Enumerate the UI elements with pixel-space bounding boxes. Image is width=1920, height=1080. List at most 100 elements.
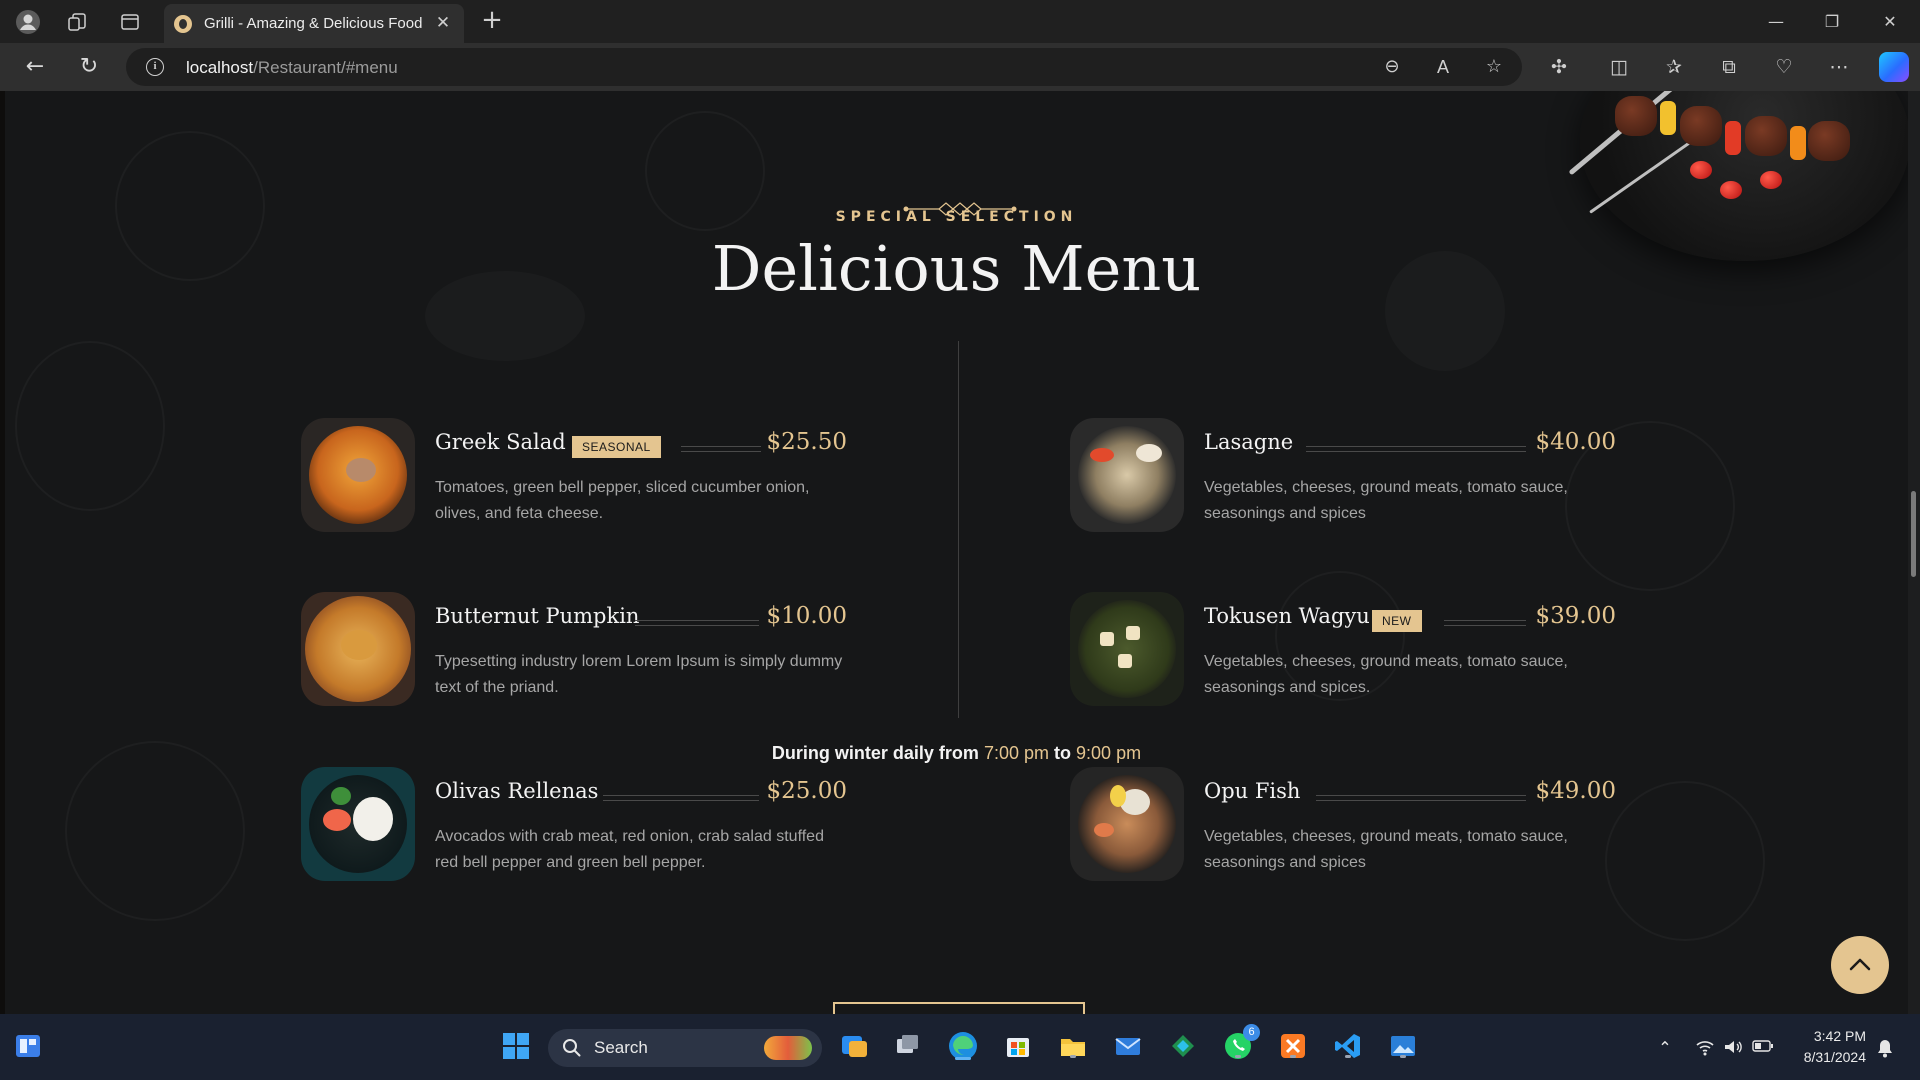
clock-date[interactable]: 8/31/2024 [1776,1049,1866,1065]
minimize-icon[interactable]: — [1762,8,1790,36]
copilot-preview-app-icon[interactable] [836,1028,872,1064]
more-options-icon[interactable]: ⋯ [1825,53,1853,81]
background-doodle [65,741,245,921]
collections-icon[interactable]: ⧉ [1715,53,1743,81]
lasagne-image [1070,418,1184,532]
opening-hours: During winter daily from 7:00 pm to 9:00… [771,743,1142,763]
dish-description: Vegetables, cheeses, ground meats, tomat… [1204,479,1568,522]
browser-tab[interactable]: Grilli - Amazing & Delicious Food ✕ [164,4,464,43]
dotted-leader [635,620,759,626]
page-viewport: SPECIAL SELECTION Delicious Menu Greek S… [5,91,1908,1014]
menu-item[interactable]: Tokusen Wagyu NEW $39.00 Vegetables, che… [1070,592,1616,706]
butternut-pumpkin-image [301,592,415,706]
show-hidden-icons-chevron-icon[interactable]: ⌃ [1654,1038,1676,1058]
background-doodle [1605,781,1765,941]
dish-description: Vegetables, cheeses, ground meats, tomat… [1204,653,1568,696]
close-window-icon[interactable]: ✕ [1876,8,1904,36]
new-tab-icon[interactable]: + [478,7,506,36]
back-icon[interactable]: ← [20,53,50,83]
zoom-out-icon[interactable]: ⊖ [1380,56,1404,80]
dish-name: Opu Fish [1204,779,1301,803]
dish-price: $25.50 [766,429,847,455]
widgets-icon[interactable] [10,1028,46,1064]
hours-from: 7:00 pm [983,743,1049,763]
tokusen-wagyu-image [1070,592,1184,706]
windows-taskbar: Search 6 ⌃ 3:42 PM 8/31/2024 [0,1014,1920,1080]
favorite-star-icon[interactable]: ☆ [1482,56,1506,80]
favorites-icon[interactable]: ✰ [1660,53,1688,81]
search-label: Search [594,1038,648,1057]
menu-item[interactable]: Butternut Pumpkin $10.00 Typesetting ind… [301,592,847,706]
whatsapp-icon[interactable]: 6 [1220,1024,1260,1064]
page-scrollbar[interactable] [1908,91,1920,1014]
hours-to: 9:00 pm [1076,743,1142,763]
section-title: Delicious Menu [711,232,1202,305]
dotted-leader [681,446,761,452]
vscode-icon[interactable] [1330,1028,1366,1064]
site-favicon-icon [174,15,192,33]
wifi-icon[interactable] [1694,1038,1716,1058]
store-icon[interactable] [1000,1028,1036,1064]
dish-description: Vegetables, cheeses, ground meats, tomat… [1204,828,1568,871]
edge-browser-icon[interactable] [945,1028,981,1064]
refresh-icon[interactable]: ↻ [74,53,104,83]
chevron-up-icon [1849,958,1871,971]
menu-item[interactable]: Opu Fish $49.00 Vegetables, cheeses, gro… [1070,767,1616,881]
dish-price: $39.00 [1535,603,1616,629]
seasonal-badge: SEASONAL [572,436,661,458]
browser-essentials-icon[interactable]: ♡ [1770,53,1798,81]
opu-fish-image [1070,767,1184,881]
read-aloud-icon[interactable]: A [1431,56,1455,80]
background-doodle [15,341,165,511]
dish-name: Olivas Rellenas [435,779,599,803]
copilot-icon[interactable] [1879,52,1909,82]
back-to-top-button[interactable] [1831,936,1889,994]
close-tab-icon[interactable]: ✕ [432,12,454,34]
restore-icon[interactable]: ❐ [1818,8,1846,36]
clock-time[interactable]: 3:42 PM [1790,1028,1866,1044]
browser-titlebar: Grilli - Amazing & Delicious Food ✕ + — … [0,0,1920,43]
site-info-icon[interactable]: i [146,58,164,76]
olivas-rellenas-image [301,767,415,881]
notifications-bell-icon[interactable] [1874,1038,1896,1058]
profile-icon[interactable] [14,8,42,36]
dish-name: Tokusen Wagyu [1204,604,1370,628]
workspaces-icon[interactable] [63,8,91,36]
menu-item[interactable]: Lasagne $40.00 Vegetables, cheeses, grou… [1070,418,1616,532]
photo-viewer-icon[interactable] [1385,1028,1421,1064]
vertical-tabs-icon[interactable] [116,8,144,36]
menu-item[interactable]: Olivas Rellenas $25.00 Avocados with cra… [301,767,847,881]
dish-name: Lasagne [1204,430,1294,454]
volume-icon[interactable] [1722,1038,1744,1058]
dotted-leader [603,795,759,801]
dotted-leader [1316,795,1526,801]
dotted-leader [1444,620,1526,626]
dish-price: $10.00 [766,603,847,629]
extensions-icon[interactable]: ✣ [1545,53,1573,81]
column-divider [958,341,959,718]
photos-app-icon[interactable] [1165,1028,1201,1064]
xampp-icon[interactable] [1275,1028,1311,1064]
greek-salad-image [301,418,415,532]
notification-badge: 6 [1243,1024,1260,1041]
split-screen-icon[interactable]: ◫ [1605,53,1633,81]
dish-description: Avocados with crab meat, red onion, crab… [435,828,824,871]
scrollbar-thumb[interactable] [1911,491,1916,577]
view-all-menu-button[interactable] [833,1002,1085,1014]
dish-price: $25.00 [766,778,847,804]
mail-icon[interactable] [1110,1028,1146,1064]
battery-icon[interactable] [1752,1038,1774,1058]
dish-description: Typesetting industry lorem Lorem Ipsum i… [435,653,843,696]
search-icon [563,1039,581,1057]
menu-item[interactable]: Greek Salad SEASONAL $25.50 Tomatoes, gr… [301,418,847,532]
address-bar[interactable]: i localhost/Restaurant/#menu ⊖ A ☆ [126,48,1522,86]
start-icon[interactable] [498,1028,534,1064]
address-toolbar: ← ↻ i localhost/Restaurant/#menu ⊖ A ☆ ✣… [0,43,1920,91]
file-explorer-icon[interactable] [1055,1028,1091,1064]
dish-name: Butternut Pumpkin [435,604,640,628]
task-view-icon[interactable] [890,1028,926,1064]
tab-title: Grilli - Amazing & Delicious Food [204,15,423,32]
taskbar-search[interactable]: Search [548,1029,822,1067]
ornament-separator [903,202,1017,216]
dish-name: Greek Salad [435,430,566,454]
